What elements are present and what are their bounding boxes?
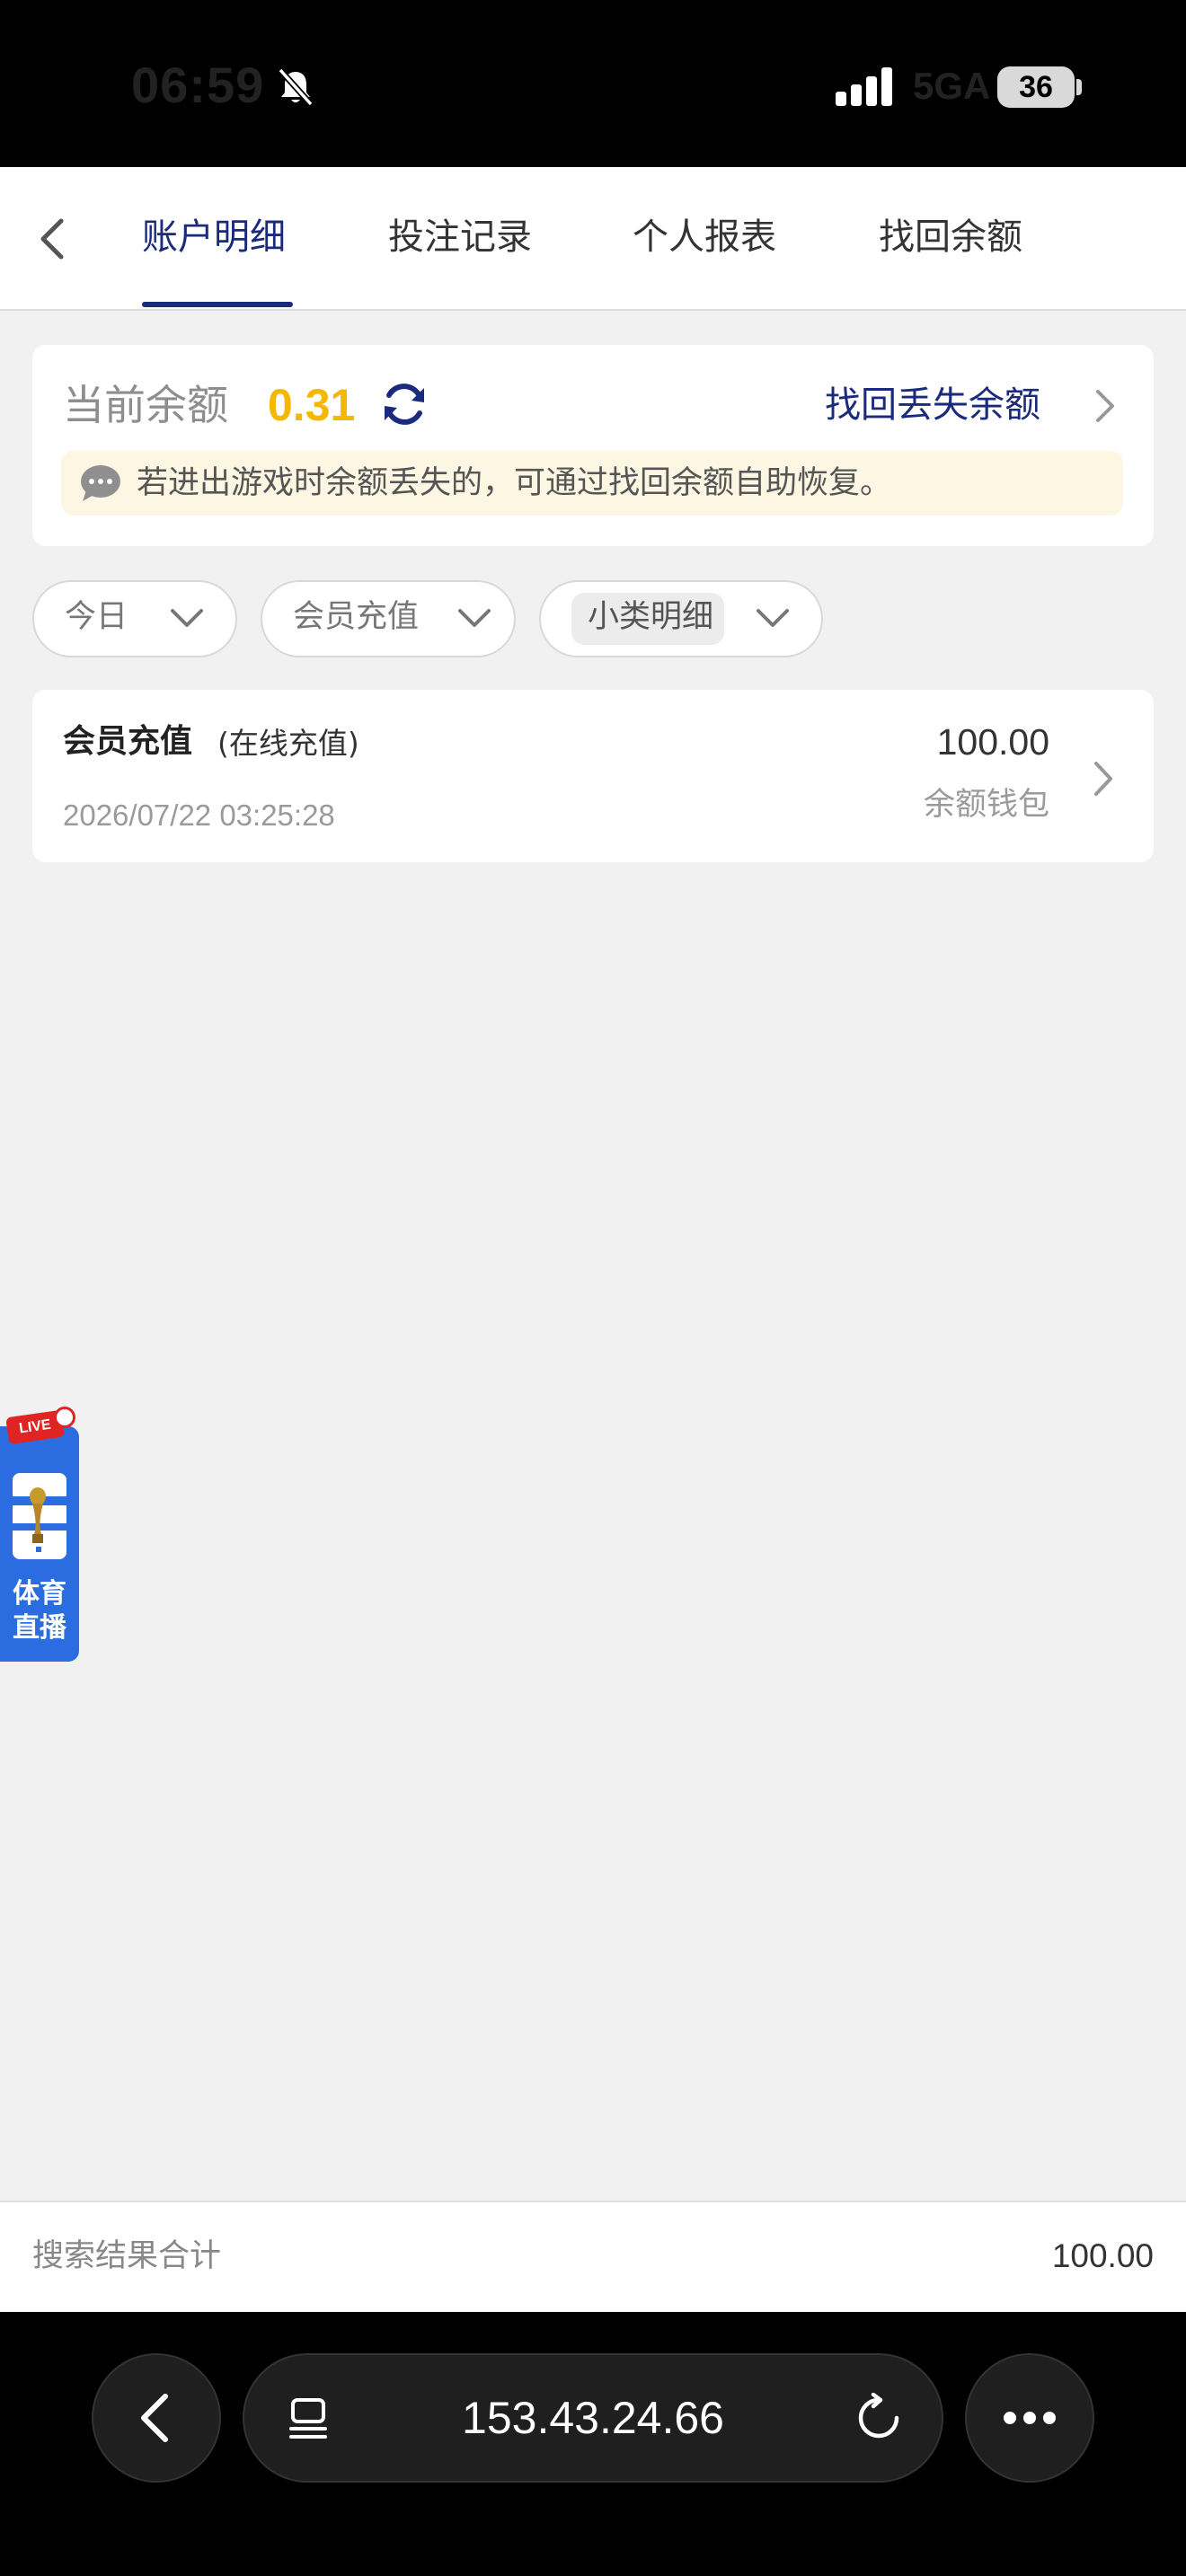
address-text[interactable]: 153.43.24.66 [377,2389,809,2447]
network-label: 5GA [913,65,991,107]
refresh-icon[interactable] [377,377,431,431]
balance-value: 0.31 [268,380,356,430]
chat-bubble-icon [81,465,120,501]
battery-nub [1076,79,1082,95]
chevron-down-icon [757,609,789,627]
browser-back-button[interactable] [92,2353,221,2483]
chevron-right-icon[interactable] [1089,384,1120,428]
reload-icon[interactable] [854,2393,904,2443]
record-subtitle: (在线充值) [217,726,359,761]
signal-icon [836,67,892,106]
tab-account-detail[interactable]: 账户明细 [142,210,286,264]
live-dot-icon [54,1407,75,1428]
live-sports-label: 体育 直播 [13,1578,66,1644]
tab-recover-balance[interactable]: 找回余额 [879,210,1022,264]
record-amount: 100.00 [936,721,1049,763]
total-label: 搜索结果合计 [32,2238,222,2274]
back-chevron-icon[interactable] [27,208,81,269]
bell-muted-icon [278,67,314,107]
recover-lost-balance-link[interactable]: 找回丢失余额 [825,374,1040,437]
record-wallet: 余额钱包 [923,787,1049,823]
record-time: 2026/07/22 03:25:28 [63,798,335,832]
chevron-right-icon[interactable] [1087,756,1118,801]
total-value: 100.00 [1051,2237,1154,2274]
date-filter-label: 今日 [65,599,128,635]
trophy-icon [13,1473,66,1559]
status-time: 06:59 [131,57,265,113]
more-button[interactable] [965,2353,1094,2483]
record-title: 会员充值 [63,723,193,760]
tab-personal-report[interactable]: 个人报表 [633,210,776,264]
balance-label: 当前余额 [63,381,228,429]
notice-text: 若进出游戏时余额丢失的，可通过找回余额自助恢复。 [137,465,892,501]
subtype-filter-label: 小类明细 [588,599,714,635]
more-icon [1004,2412,1056,2424]
tab-bet-record[interactable]: 投注记录 [388,210,532,264]
chevron-down-icon [458,609,491,627]
tabs-icon[interactable] [286,2395,331,2443]
chevron-down-icon [171,609,203,627]
chevron-left-icon [141,2394,168,2442]
active-tab-indicator [142,302,293,307]
type-filter-label: 会员充值 [293,599,420,635]
battery-icon: 36 [997,66,1075,108]
